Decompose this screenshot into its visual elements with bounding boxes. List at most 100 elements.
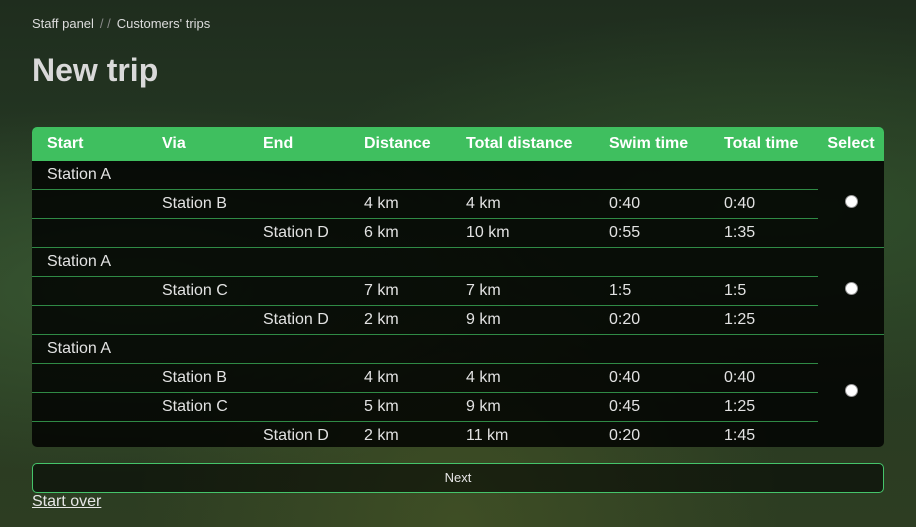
table-row: Station B4 km 4 km 0:40 0:40 <box>32 189 884 219</box>
cell-total-time: 1:45 <box>709 421 818 447</box>
trip-select-radio[interactable] <box>844 383 858 397</box>
cell-start: Station A <box>32 334 147 364</box>
cell-total-distance <box>451 334 594 364</box>
header-total-distance: Total distance <box>451 127 594 161</box>
next-button[interactable]: Next <box>32 463 884 493</box>
cell-end <box>248 392 349 422</box>
cell-via <box>147 305 248 335</box>
cell-swim-time: 0:55 <box>594 218 709 248</box>
cell-via: Station C <box>147 276 248 306</box>
cell-start <box>32 276 147 306</box>
cell-distance <box>349 247 451 277</box>
cell-total-distance: 10 km <box>451 218 594 248</box>
cell-distance: 2 km <box>349 421 451 447</box>
cell-via: Station B <box>147 189 248 219</box>
cell-end <box>248 276 349 306</box>
cell-end: Station D <box>248 218 349 248</box>
cell-total-time: 1:5 <box>709 276 818 306</box>
cell-end: Station D <box>248 421 349 447</box>
cell-distance: 6 km <box>349 218 451 248</box>
header-end: End <box>248 127 349 161</box>
table-row: Station D2 km 9 km 0:20 1:25 <box>32 305 884 335</box>
cell-start <box>32 392 147 422</box>
trips-table-container: Start Via End Distance Total distance Sw… <box>32 127 884 447</box>
cell-swim-time: 0:20 <box>594 305 709 335</box>
trips-table: Start Via End Distance Total distance Sw… <box>32 127 884 447</box>
cell-distance: 7 km <box>349 276 451 306</box>
cell-total-distance: 9 km <box>451 392 594 422</box>
cell-distance: 4 km <box>349 363 451 393</box>
cell-start <box>32 218 147 248</box>
cell-total-distance <box>451 247 594 277</box>
cell-end <box>248 161 349 190</box>
cell-swim-time: 1:5 <box>594 276 709 306</box>
cell-via: Station B <box>147 363 248 393</box>
cell-swim-time <box>594 247 709 277</box>
cell-swim-time: 0:45 <box>594 392 709 422</box>
cell-total-distance: 11 km <box>451 421 594 447</box>
cell-distance <box>349 161 451 190</box>
cell-swim-time: 0:20 <box>594 421 709 447</box>
cell-via <box>147 247 248 277</box>
table-row: Station B4 km 4 km 0:40 0:40 <box>32 363 884 393</box>
trip-select-radio[interactable] <box>844 195 858 208</box>
cell-start <box>32 189 147 219</box>
cell-total-distance: 9 km <box>451 305 594 335</box>
cell-start: Station A <box>47 166 112 183</box>
table-row: Station C7 km 7 km 1:5 1:5 <box>32 276 884 306</box>
cell-start <box>32 421 147 447</box>
breadcrumb-staff-panel[interactable]: Staff panel <box>32 16 94 31</box>
cell-start <box>32 363 147 393</box>
select-cell <box>818 334 884 447</box>
breadcrumb: Staff panel / / Customers' trips <box>32 16 210 31</box>
cell-swim-time <box>594 161 709 190</box>
cell-end <box>248 363 349 393</box>
cell-total-time: 0:40 <box>709 189 818 219</box>
cell-swim-time <box>594 334 709 364</box>
cell-start <box>32 305 147 335</box>
cell-start: Station A <box>32 247 147 277</box>
cell-swim-time: 0:40 <box>594 189 709 219</box>
cell-total-time <box>709 161 818 190</box>
cell-total-distance: 4 km <box>451 189 594 219</box>
select-cell <box>818 161 884 248</box>
header-start: Start <box>32 127 147 161</box>
cell-end: Station D <box>248 305 349 335</box>
start-over-link[interactable]: Start over <box>32 493 101 511</box>
cell-swim-time: 0:40 <box>594 363 709 393</box>
table-row: Station C 5 km 9 km 0:45 1:25 <box>32 392 884 422</box>
cell-total-time: 1:35 <box>709 218 818 248</box>
cell-via <box>147 421 248 447</box>
header-select: Select <box>818 127 884 161</box>
header-swim-time: Swim time <box>594 127 709 161</box>
table-row: Station A <box>32 334 884 447</box>
cell-via <box>147 334 248 364</box>
cell-via: Station C <box>147 392 248 422</box>
cell-end <box>248 334 349 364</box>
table-row: Station D6 km 10 km 0:55 1:35 <box>32 218 884 248</box>
cell-end <box>248 189 349 219</box>
table-row: Station A <box>32 161 884 208</box>
table-row: Station D2 km 11 km 0:20 1:45 <box>32 421 884 447</box>
cell-total-distance: 7 km <box>451 276 594 306</box>
cell-end <box>248 247 349 277</box>
header-distance: Distance <box>349 127 451 161</box>
cell-total-time <box>709 334 818 364</box>
cell-total-time: 1:25 <box>709 305 818 335</box>
breadcrumb-customers-trips[interactable]: Customers' trips <box>117 16 211 31</box>
table-header-row: Start Via End Distance Total distance Sw… <box>32 127 884 161</box>
cell-total-time: 1:25 <box>709 392 818 422</box>
cell-distance: 4 km <box>349 189 451 219</box>
cell-total-time: 0:40 <box>709 363 818 393</box>
cell-distance: 5 km <box>349 392 451 422</box>
table-row: Station A <box>32 247 884 335</box>
cell-total-time <box>709 247 818 277</box>
cell-via <box>147 161 248 190</box>
cell-total-distance: 4 km <box>451 363 594 393</box>
trip-select-radio[interactable] <box>844 282 858 295</box>
cell-distance: 2 km <box>349 305 451 335</box>
header-via: Via <box>147 127 248 161</box>
select-cell <box>818 247 884 335</box>
cell-via <box>147 218 248 248</box>
cell-total-distance <box>451 161 594 190</box>
